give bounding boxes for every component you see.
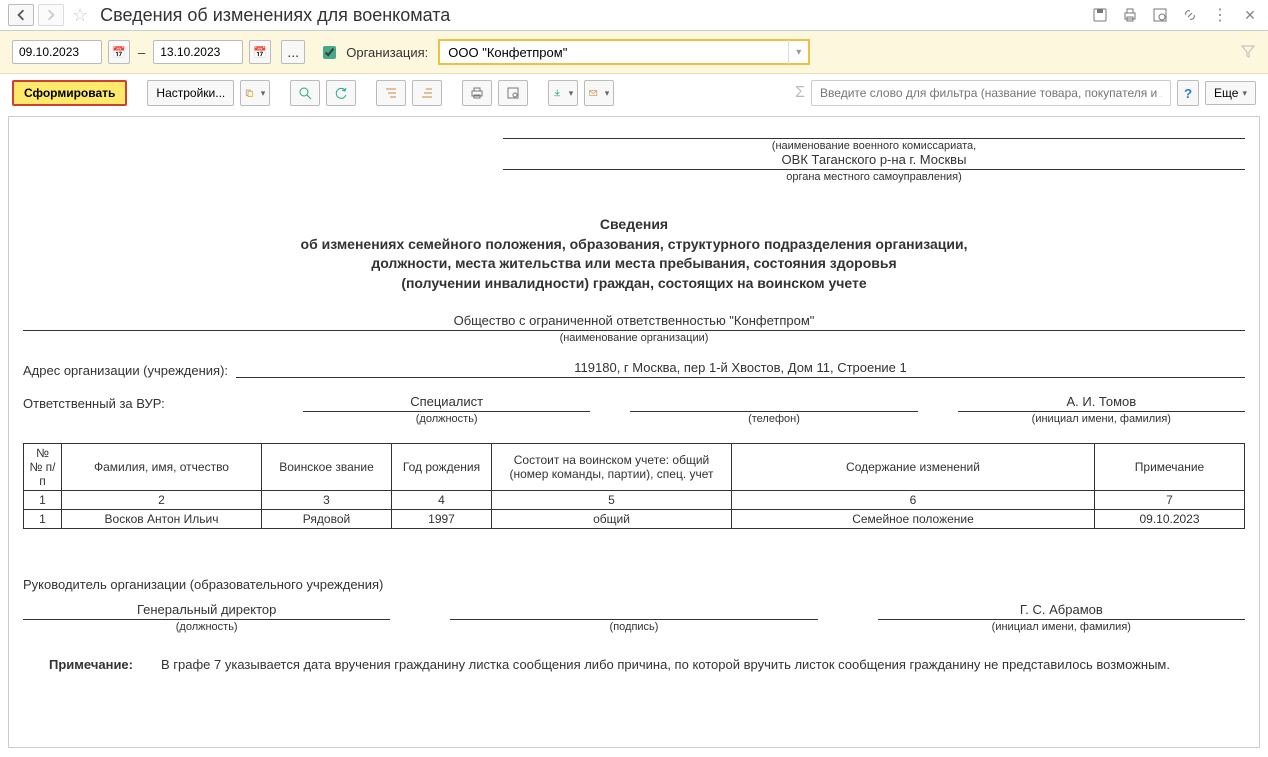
commissariat-name: ОВК Таганского р-на г. Москвы bbox=[503, 152, 1245, 170]
title-line-1: Сведения bbox=[23, 215, 1245, 235]
generate-button[interactable]: Сформировать bbox=[12, 80, 127, 106]
note-label: Примечание: bbox=[23, 657, 133, 672]
leader-name: Г. С. Абрамов bbox=[878, 602, 1245, 620]
org-checkbox[interactable] bbox=[323, 46, 336, 59]
settings-button[interactable]: Настройки... bbox=[147, 80, 234, 106]
send-button[interactable] bbox=[584, 80, 614, 106]
address-value: 119180, г Москва, пер 1-й Хвостов, Дом 1… bbox=[236, 360, 1245, 378]
title-line-3: должности, места жительства или места пр… bbox=[23, 254, 1245, 274]
row-filter-input[interactable] bbox=[811, 80, 1171, 106]
page-title: Сведения об изменениях для военкомата bbox=[100, 5, 1086, 26]
date-to-input[interactable] bbox=[153, 40, 243, 64]
th-year: Год рождения bbox=[392, 444, 492, 491]
changes-table: № № п/п Фамилия, имя, отчество Воинское … bbox=[23, 443, 1245, 529]
th-changes: Содержание изменений bbox=[732, 444, 1095, 491]
th-rank: Воинское звание bbox=[262, 444, 392, 491]
table-numrow: 1 2 3 4 5 6 7 bbox=[24, 491, 1245, 510]
org-name: Общество с ограниченной ответственностью… bbox=[23, 313, 1245, 331]
table-row: 1 Восков Антон Ильич Рядовой 1997 общий … bbox=[24, 510, 1245, 529]
header-bar: ☆ Сведения об изменениях для военкомата … bbox=[0, 0, 1268, 31]
date-from-picker[interactable]: 📅 bbox=[108, 40, 130, 64]
collapse-button[interactable] bbox=[412, 80, 442, 106]
initials-caption-2: (инициал имени, фамилия) bbox=[878, 621, 1245, 633]
save-as-button[interactable] bbox=[548, 80, 578, 106]
refresh-button[interactable] bbox=[326, 80, 356, 106]
filter-bar: 📅 – 📅 ... Организация: ▾ bbox=[0, 31, 1268, 74]
more-menu-icon[interactable]: ⋮ bbox=[1210, 5, 1230, 25]
responsible-phone bbox=[630, 394, 917, 412]
expand-button[interactable] bbox=[376, 80, 406, 106]
variants-button[interactable] bbox=[240, 80, 270, 106]
title-line-4: (получении инвалидности) граждан, состоя… bbox=[23, 274, 1245, 294]
signature-caption: (подпись) bbox=[450, 621, 817, 633]
position-caption: (должность) bbox=[303, 413, 590, 425]
address-label: Адрес организации (учреждения): bbox=[23, 363, 228, 378]
print-preview-button[interactable] bbox=[498, 80, 528, 106]
date-from-input[interactable] bbox=[12, 40, 102, 64]
more-button[interactable]: Еще▾ bbox=[1205, 81, 1256, 105]
nav-back-button[interactable] bbox=[8, 4, 34, 26]
preview-icon[interactable] bbox=[1150, 5, 1170, 25]
more-label: Еще bbox=[1214, 86, 1238, 100]
print-button[interactable] bbox=[462, 80, 492, 106]
responsible-name: А. И. Томов bbox=[958, 394, 1245, 412]
sigma-icon: Σ bbox=[795, 84, 805, 102]
report-content: (наименование военного комиссариата, ОВК… bbox=[9, 117, 1259, 733]
close-icon[interactable]: ✕ bbox=[1240, 5, 1260, 25]
print-icon[interactable] bbox=[1120, 5, 1140, 25]
nav-forward-button[interactable] bbox=[38, 4, 64, 26]
help-button[interactable]: ? bbox=[1177, 80, 1199, 106]
th-note: Примечание bbox=[1095, 444, 1245, 491]
toolbar: Сформировать Настройки... Σ ? Еще▾ bbox=[0, 74, 1268, 112]
search-button[interactable] bbox=[290, 80, 320, 106]
report-title-block: Сведения об изменениях семейного положен… bbox=[23, 215, 1245, 293]
favorite-icon[interactable]: ☆ bbox=[72, 5, 88, 26]
org-label: Организация: bbox=[346, 45, 428, 60]
responsible-label: Ответственный за ВУР: bbox=[23, 394, 263, 411]
th-num: № № п/п bbox=[24, 444, 62, 491]
leader-label: Руководитель организации (образовательно… bbox=[23, 577, 1245, 592]
th-fio: Фамилия, имя, отчество bbox=[62, 444, 262, 491]
initials-caption-1: (инициал имени, фамилия) bbox=[958, 413, 1245, 425]
leader-position: Генеральный директор bbox=[23, 602, 390, 620]
report-frame: (наименование военного комиссариата, ОВК… bbox=[8, 116, 1260, 748]
date-range-more[interactable]: ... bbox=[281, 40, 305, 64]
date-dash: – bbox=[138, 45, 145, 60]
local-gov-caption: органа местного самоуправления) bbox=[503, 171, 1245, 183]
table-header-row: № № п/п Фамилия, имя, отчество Воинское … bbox=[24, 444, 1245, 491]
commissariat-blank-line bbox=[503, 121, 1245, 139]
responsible-position: Специалист bbox=[303, 394, 590, 412]
position-caption-2: (должность) bbox=[23, 621, 390, 633]
th-register: Состоит на воинском учете: общий (номер … bbox=[492, 444, 732, 491]
settings-label: Настройки... bbox=[156, 86, 225, 100]
link-icon[interactable] bbox=[1180, 5, 1200, 25]
save-icon[interactable] bbox=[1090, 5, 1110, 25]
org-dropdown[interactable]: ▾ bbox=[788, 39, 810, 65]
title-line-2: об изменениях семейного положения, образ… bbox=[23, 235, 1245, 255]
phone-caption: (телефон) bbox=[630, 413, 917, 425]
commissariat-caption: (наименование военного комиссариата, bbox=[503, 140, 1245, 152]
filter-toggle-icon[interactable] bbox=[1240, 43, 1256, 62]
org-input[interactable] bbox=[438, 39, 788, 65]
note-text: В графе 7 указывается дата вручения граж… bbox=[161, 657, 1170, 672]
org-name-caption: (наименование организации) bbox=[23, 332, 1245, 344]
leader-signature bbox=[450, 602, 817, 620]
date-to-picker[interactable]: 📅 bbox=[249, 40, 271, 64]
